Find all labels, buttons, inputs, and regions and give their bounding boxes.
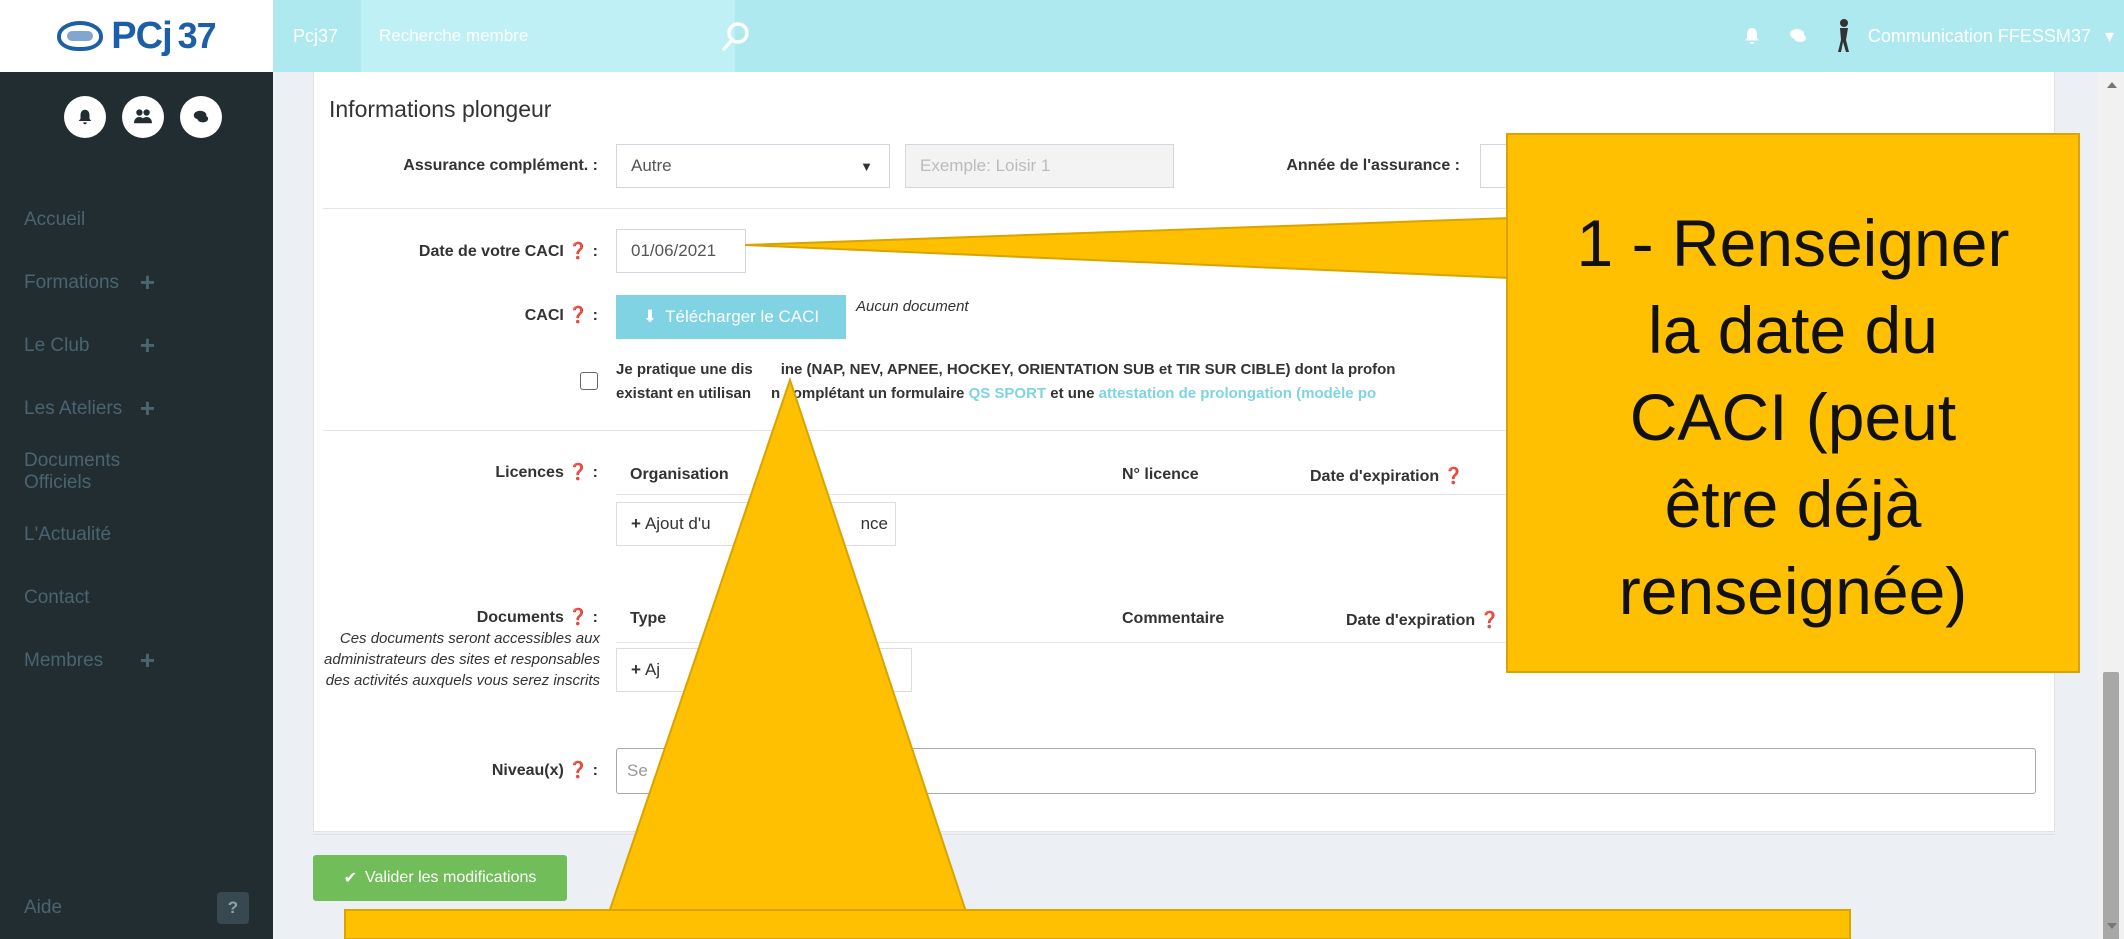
discipline-text: Je pratique une dis ine (NAP, NEV, APNEE,… — [616, 361, 1396, 402]
add-document-button[interactable]: + Aj — [616, 648, 912, 692]
sidebar-item-aide[interactable]: Aide ? — [0, 877, 273, 939]
col-num-licence: N° licence — [1122, 466, 1199, 483]
sidebar-item-label: Formations — [24, 271, 120, 293]
scroll-thumb[interactable] — [2103, 672, 2119, 939]
discipline-checkbox[interactable] — [580, 372, 598, 390]
help-icon[interactable]: ? — [217, 892, 249, 924]
assurance-label: Assurance complément. : — [403, 157, 598, 174]
divider — [616, 642, 1516, 643]
qs-sport-link[interactable]: QS SPORT — [969, 385, 1047, 402]
button-label: Télécharger le CACI — [665, 307, 820, 326]
aide-label: Aide — [24, 897, 63, 918]
site-logo[interactable]: PCj 37 — [0, 0, 273, 72]
attestation-link[interactable]: attestation de prolongation — [1099, 385, 1292, 402]
plus-icon: + — [139, 330, 155, 360]
sidebar-item-label: L'Actualité — [24, 523, 112, 545]
user-menu[interactable]: Communication FFESSM37 ▾ — [1834, 18, 2114, 54]
question-circle-icon: ❓ — [1479, 612, 1500, 629]
search-input[interactable] — [361, 0, 735, 72]
modele-link[interactable]: (modèle po — [1296, 385, 1376, 402]
sidebar-menu: Accueil Formations + Le Club + Les Atelier… — [0, 188, 273, 692]
user-name[interactable]: Communication FFESSM37 — [1868, 26, 2091, 47]
plus-icon: + — [631, 514, 641, 533]
sidebar: Accueil Formations + Le Club + Les Atelier… — [0, 72, 273, 939]
question-circle-icon: ❓ — [568, 609, 589, 626]
niveau-label: Niveau(x) ❓ : — [491, 762, 598, 779]
niveau-input[interactable]: Se — [616, 748, 2036, 794]
question-circle-icon: ❓ — [568, 243, 589, 260]
sidebar-item-formations[interactable]: Formations + — [0, 251, 273, 314]
brand-link[interactable]: Pcj37 — [293, 26, 353, 47]
assurance-select[interactable]: Autre ▼ — [616, 144, 890, 188]
col-commentaire: Commentaire — [1122, 610, 1225, 627]
chevron-down-icon: ▼ — [860, 158, 873, 174]
user-figure-icon — [1837, 19, 1849, 52]
sidebar-item-label: Les Ateliers — [24, 397, 123, 419]
caret-down-icon[interactable]: ▾ — [2105, 26, 2114, 47]
scroll-up-arrow[interactable] — [2107, 82, 2117, 88]
sidebar-item-label: Accueil — [24, 208, 86, 230]
plus-icon: + — [631, 660, 641, 679]
assurance-value: Autre — [631, 156, 672, 175]
sidebar-item-membres[interactable]: Membres + — [0, 629, 273, 692]
documents-note: Ces documents seront accessibles aux adm… — [324, 630, 600, 689]
comments-icon[interactable] — [1788, 26, 1808, 46]
sidebar-item-documents-officiels[interactable]: Documents Officiels — [0, 440, 273, 503]
download-icon: ⬇ — [642, 307, 658, 326]
scroll-down-arrow[interactable] — [2107, 923, 2117, 929]
sidebar-item-contact[interactable]: Contact — [0, 566, 273, 629]
bell-icon[interactable] — [1742, 26, 1762, 46]
button-label: Valider les modifications — [365, 869, 537, 886]
diving-mask-icon — [57, 21, 104, 51]
check-circle-icon: ✔ — [343, 870, 358, 887]
logo-text: PCj 37 — [111, 14, 216, 57]
question-circle-icon: ❓ — [568, 307, 589, 324]
col-date-expiration: Date d'expiration ❓ — [1310, 468, 1464, 485]
caci-label: CACI ❓ : — [524, 307, 598, 324]
col-date-expiration-doc: Date d'expiration ❓ — [1346, 612, 1500, 629]
sidebar-item-label: Documents Officiels — [24, 449, 121, 493]
add-licence-button[interactable]: + Ajout d'u nce — [616, 502, 896, 546]
section-title: Informations plongeur — [329, 96, 552, 122]
top-right-menu: Communication FFESSM37 ▾ — [1742, 0, 2114, 72]
question-circle-icon: ❓ — [1443, 468, 1464, 485]
valider-modifications-button[interactable]: ✔ Valider les modifications — [313, 855, 567, 901]
sidebar-quick-icons — [0, 72, 273, 138]
col-type: Type — [630, 610, 667, 627]
caci-no-document: Aucun document — [856, 298, 969, 315]
question-circle-icon: ❓ — [568, 762, 589, 779]
sidebar-item-accueil[interactable]: Accueil — [0, 188, 273, 251]
plus-icon: + — [139, 267, 155, 297]
telecharger-caci-button[interactable]: ⬇ Télécharger le CACI — [616, 295, 846, 339]
sidebar-item-actualite[interactable]: L'Actualité — [0, 503, 273, 566]
col-organisation: Organisation — [630, 466, 729, 483]
sidebar-item-label: Contact — [24, 586, 90, 608]
search-icon[interactable] — [720, 20, 752, 52]
documents-label: Documents ❓ : — [476, 609, 598, 626]
bell-icon[interactable] — [64, 96, 106, 138]
comments-icon[interactable] — [180, 96, 222, 138]
assurance-example-input[interactable]: Exemple: Loisir 1 — [905, 144, 1174, 188]
divider — [616, 494, 1516, 495]
sidebar-item-les-ateliers[interactable]: Les Ateliers + — [0, 377, 273, 440]
annee-assurance-label: Année de l'assurance : — [1286, 157, 1460, 174]
sidebar-item-le-club[interactable]: Le Club + — [0, 314, 273, 377]
sidebar-item-label: Le Club — [24, 334, 90, 356]
page-scrollbar[interactable] — [2098, 72, 2124, 939]
caci-date-input[interactable]: 01/06/2021 — [616, 229, 746, 273]
plus-icon: + — [139, 393, 155, 423]
users-icon[interactable] — [122, 96, 164, 138]
caci-date-label: Date de votre CACI ❓ : — [418, 243, 598, 260]
sidebar-item-label: Membres — [24, 649, 104, 671]
plus-icon: + — [139, 645, 155, 675]
callout-text: 1 - Renseigner la date du CACI (peut êtr… — [1576, 206, 2010, 628]
licences-label: Licences ❓ : — [495, 464, 598, 481]
question-circle-icon: ❓ — [568, 464, 589, 481]
panel-bottom — [313, 834, 2055, 835]
